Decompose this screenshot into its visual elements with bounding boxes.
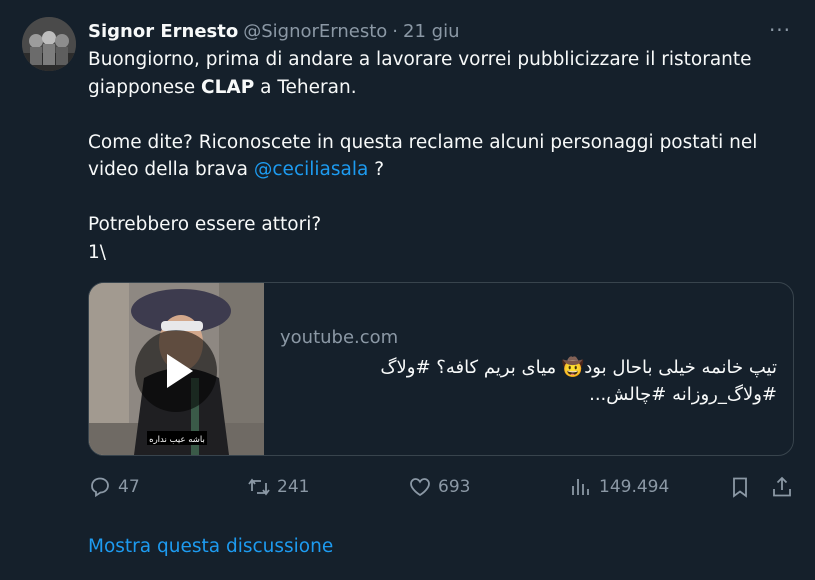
share-button[interactable] (770, 472, 794, 502)
link-card[interactable]: باشه عیب نداره youtube.com تیپ خانمه خیل… (88, 282, 794, 456)
show-thread-link[interactable]: Mostra questa discussione (88, 536, 333, 557)
thumbnail-caption: باشه عیب نداره (149, 435, 205, 445)
bookmark-button[interactable] (728, 472, 752, 502)
repost-icon (248, 478, 270, 496)
card-body: youtube.com تیپ خانمه خیلی باحال بود🤠 می… (264, 283, 793, 455)
reply-button[interactable]: 47 (88, 472, 140, 502)
separator-dot: · (392, 20, 399, 42)
text-line: Buongiorno, prima di andare a lavorare v… (88, 49, 752, 70)
card-title[interactable]: تیپ خانمه خیلی باحال بود🤠 میای بریم کافه… (280, 354, 777, 408)
views-icon (572, 479, 589, 495)
views-button[interactable]: 149.494 (569, 472, 669, 502)
text-fragment: video della brava (88, 159, 254, 180)
action-bar: 47 241 693 149.494 (88, 472, 795, 502)
bookmark-icon (733, 477, 747, 498)
text-fragment: giapponese (88, 76, 202, 98)
video-thumbnail[interactable]: باشه عیب نداره (89, 283, 264, 455)
text-line: Potrebbero essere attori? (88, 214, 322, 235)
share-icon (773, 476, 791, 497)
more-icon[interactable]: ··· (765, 18, 795, 44)
text-line: giapponese CLAP a Teheran. (88, 74, 788, 102)
play-icon[interactable] (135, 330, 217, 412)
tweet-date[interactable]: 21 giu (403, 21, 459, 42)
card-domain: youtube.com (280, 327, 399, 348)
repost-button[interactable]: 241 (247, 472, 309, 502)
mention-link[interactable]: @ceciliasala (254, 159, 368, 180)
bold-text: CLAP (201, 76, 255, 98)
like-icon (410, 478, 430, 497)
author-name[interactable]: Signor Ernesto (88, 21, 238, 42)
text-fragment: ? (368, 159, 385, 180)
text-fragment: a Teheran. (254, 76, 357, 98)
text-line: video della brava @ceciliasala ? (88, 156, 788, 184)
views-count: 149.494 (599, 477, 670, 497)
reply-count: 47 (118, 477, 140, 497)
repost-count: 241 (277, 477, 310, 497)
text-line: 1\ (88, 241, 107, 263)
tweet-text: Buongiorno, prima di andare a lavorare v… (88, 46, 788, 266)
tweet-header: Signor Ernesto @SignorErnesto · 21 giu ·… (88, 18, 795, 44)
avatar[interactable] (22, 17, 76, 71)
like-button[interactable]: 693 (408, 472, 470, 502)
author-handle[interactable]: @SignorErnesto (243, 21, 387, 42)
like-count: 693 (438, 477, 471, 497)
text-line: Come dite? Riconoscete in questa reclame… (88, 131, 758, 153)
reply-icon (91, 477, 109, 498)
